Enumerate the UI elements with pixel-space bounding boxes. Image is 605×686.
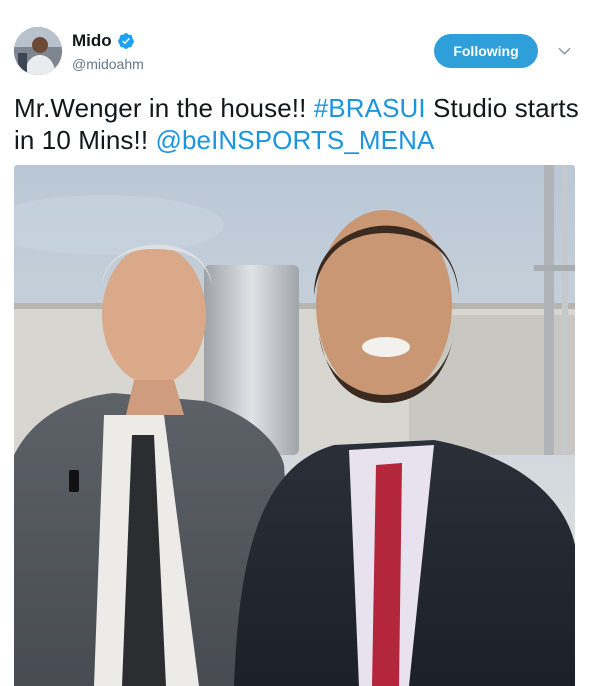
- verified-badge-icon: [117, 32, 135, 50]
- display-name[interactable]: Mido: [72, 31, 112, 51]
- following-button[interactable]: Following: [434, 34, 538, 68]
- tweet-text-part: Mr.Wenger in the house!!: [14, 93, 314, 123]
- chevron-down-icon[interactable]: [555, 44, 573, 58]
- author-info: Mido @midoahm: [72, 31, 144, 72]
- tweet-card: Mido @midoahm Following Mr.Wenger in the…: [0, 0, 605, 686]
- tweet-text: Mr.Wenger in the house!! #BRASUI Studio …: [14, 92, 589, 156]
- mention-link[interactable]: @beINSPORTS_MENA: [155, 125, 434, 155]
- username-handle[interactable]: @midoahm: [72, 56, 144, 72]
- tweet-photo[interactable]: [14, 165, 575, 686]
- display-name-row: Mido: [72, 31, 144, 51]
- avatar[interactable]: [14, 27, 62, 75]
- hashtag-link[interactable]: #BRASUI: [314, 93, 426, 123]
